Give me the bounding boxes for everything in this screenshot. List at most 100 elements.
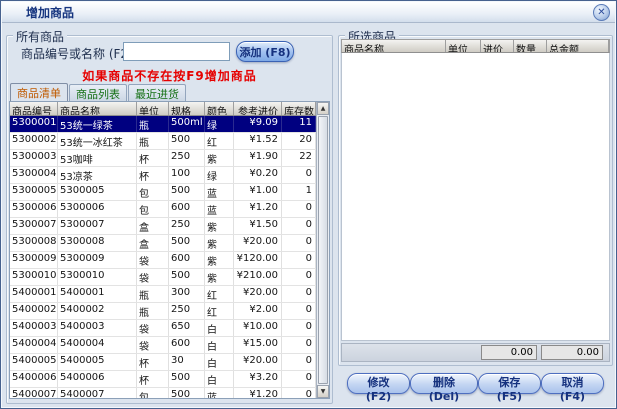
scroll-down-button[interactable]: ▼ xyxy=(317,385,329,398)
hint-text: 如果商品不存在按F9增加商品 xyxy=(7,67,332,84)
table-row[interactable]: 53000085300008盒500紫¥20.000 xyxy=(10,235,316,252)
cell: ¥10.00 xyxy=(234,320,282,336)
cell: 250 xyxy=(169,303,205,319)
table-row[interactable]: 530000253统一冰红茶瓶500红¥1.5220 xyxy=(10,133,316,150)
column-header[interactable]: 数量 xyxy=(514,40,547,52)
cell: 红 xyxy=(205,286,234,302)
cell: 0 xyxy=(282,167,316,183)
cell: 0 xyxy=(282,371,316,387)
title-bar[interactable]: 增加商品 ✕ xyxy=(2,2,615,23)
close-icon: ✕ xyxy=(597,7,605,18)
cell: 5400005 xyxy=(58,354,137,370)
cell: ¥20.00 xyxy=(234,354,282,370)
table-row[interactable]: 54000065400006杯500白¥3.200 xyxy=(10,371,316,388)
cell: 5400002 xyxy=(10,303,58,319)
cell: 100 xyxy=(169,167,205,183)
table-row[interactable]: 54000035400003袋650白¥10.000 xyxy=(10,320,316,337)
cell: 5400001 xyxy=(10,286,58,302)
cell: 5300009 xyxy=(58,252,137,268)
cell: 5300006 xyxy=(58,201,137,217)
cell: 包 xyxy=(137,388,169,398)
table-row[interactable]: 53000055300005包500蓝¥1.001 xyxy=(10,184,316,201)
cell: 蓝 xyxy=(205,201,234,217)
cell: 5400007 xyxy=(10,388,58,398)
cell: 500 xyxy=(169,235,205,251)
table-row[interactable]: 53000065300006包600蓝¥1.200 xyxy=(10,201,316,218)
cell: 袋 xyxy=(137,269,169,285)
cell: 5300005 xyxy=(10,184,58,200)
cell: ¥20.00 xyxy=(234,286,282,302)
cell: 22 xyxy=(282,150,316,166)
column-header[interactable]: 商品名称 xyxy=(342,40,446,52)
cell: 紫 xyxy=(205,150,234,166)
cell: 300 xyxy=(169,286,205,302)
table-row[interactable]: 530000453凉茶杯100绿¥0.200 xyxy=(10,167,316,184)
cell: 5300002 xyxy=(10,133,58,149)
column-header[interactable]: 规格 xyxy=(169,102,205,115)
cell: 53统一绿茶 xyxy=(58,116,137,132)
cell: 紫 xyxy=(205,252,234,268)
cell: 0 xyxy=(282,354,316,370)
column-header[interactable]: 商品编号 xyxy=(10,102,58,115)
cell: 0 xyxy=(282,303,316,319)
table-row[interactable]: 54000055400005杯30白¥20.000 xyxy=(10,354,316,371)
cell: 500 xyxy=(169,388,205,398)
selected-table-body[interactable] xyxy=(341,53,610,341)
cell: 5300009 xyxy=(10,252,58,268)
all-products-group: 所有商品 商品编号或名称 (F2) 添加 (F8) 如果商品不存在按F9增加商品… xyxy=(6,35,333,404)
tab-1[interactable]: 商品列表 xyxy=(69,84,127,101)
cell: 杯 xyxy=(137,150,169,166)
cell: 杯 xyxy=(137,354,169,370)
tab-2[interactable]: 最近进货 xyxy=(128,84,186,101)
cell: ¥2.00 xyxy=(234,303,282,319)
scroll-up-button[interactable]: ▲ xyxy=(317,102,329,115)
cell: 0 xyxy=(282,269,316,285)
table-row[interactable]: 53000105300010袋500紫¥210.000 xyxy=(10,269,316,286)
modify-button[interactable]: 修改 (F2) xyxy=(347,373,410,394)
table-row[interactable]: 530000353咖啡杯250紫¥1.9022 xyxy=(10,150,316,167)
column-header[interactable]: 总金额 xyxy=(547,40,609,52)
cell: 30 xyxy=(169,354,205,370)
search-input[interactable] xyxy=(123,42,230,61)
table-row[interactable]: 54000025400002瓶250红¥2.000 xyxy=(10,303,316,320)
scrollbar-thumb[interactable] xyxy=(318,116,328,384)
cell: 5300010 xyxy=(58,269,137,285)
cell: 红 xyxy=(205,133,234,149)
cell: 包 xyxy=(137,201,169,217)
add-product-dialog: 增加商品 ✕ 所有商品 商品编号或名称 (F2) 添加 (F8) 如果商品不存在… xyxy=(0,0,617,409)
cell: 5300004 xyxy=(10,167,58,183)
cell: ¥20.00 xyxy=(234,235,282,251)
cell: 5400005 xyxy=(10,354,58,370)
column-header[interactable]: 进价 xyxy=(481,40,514,52)
cell: 1 xyxy=(282,184,316,200)
selected-table-header: 商品名称单位进价数量总金额 xyxy=(341,39,610,53)
column-header[interactable]: 颜色 xyxy=(205,102,234,115)
cell: 5400003 xyxy=(10,320,58,336)
column-header[interactable]: 单位 xyxy=(446,40,481,52)
table-row[interactable]: 530000153统一绿茶瓶500ml绿¥9.0911 xyxy=(10,116,316,133)
column-header[interactable]: 参考进价 xyxy=(234,102,282,115)
cell: 盒 xyxy=(137,235,169,251)
cell: 5300007 xyxy=(10,218,58,234)
table-row[interactable]: 54000015400001瓶300红¥20.000 xyxy=(10,286,316,303)
table-row[interactable]: 54000045400004袋600白¥15.000 xyxy=(10,337,316,354)
close-button[interactable]: ✕ xyxy=(593,4,610,21)
column-header[interactable]: 单位 xyxy=(137,102,169,115)
left-table-scrollbar[interactable]: ▲ ▼ xyxy=(316,102,329,398)
cell: 5400004 xyxy=(58,337,137,353)
cell: 5400003 xyxy=(58,320,137,336)
cell: 瓶 xyxy=(137,303,169,319)
table-row[interactable]: 53000095300009袋600紫¥120.000 xyxy=(10,252,316,269)
cancel-button[interactable]: 取消 (F4) xyxy=(541,373,604,394)
delete-button[interactable]: 删除 (Del) xyxy=(410,373,478,394)
cell: 0 xyxy=(282,320,316,336)
column-header[interactable]: 库存数 xyxy=(282,102,316,115)
save-button[interactable]: 保存 (F5) xyxy=(478,373,541,394)
table-row[interactable]: 53000075300007盒250紫¥1.500 xyxy=(10,218,316,235)
cell: 0 xyxy=(282,235,316,251)
column-header[interactable]: 商品名称 xyxy=(58,102,137,115)
add-button[interactable]: 添加 (F8) xyxy=(236,41,294,62)
table-row[interactable]: 54000075400007包500蓝¥1.200 xyxy=(10,388,316,398)
tab-0[interactable]: 商品清单 xyxy=(10,83,68,101)
cell: 杯 xyxy=(137,167,169,183)
